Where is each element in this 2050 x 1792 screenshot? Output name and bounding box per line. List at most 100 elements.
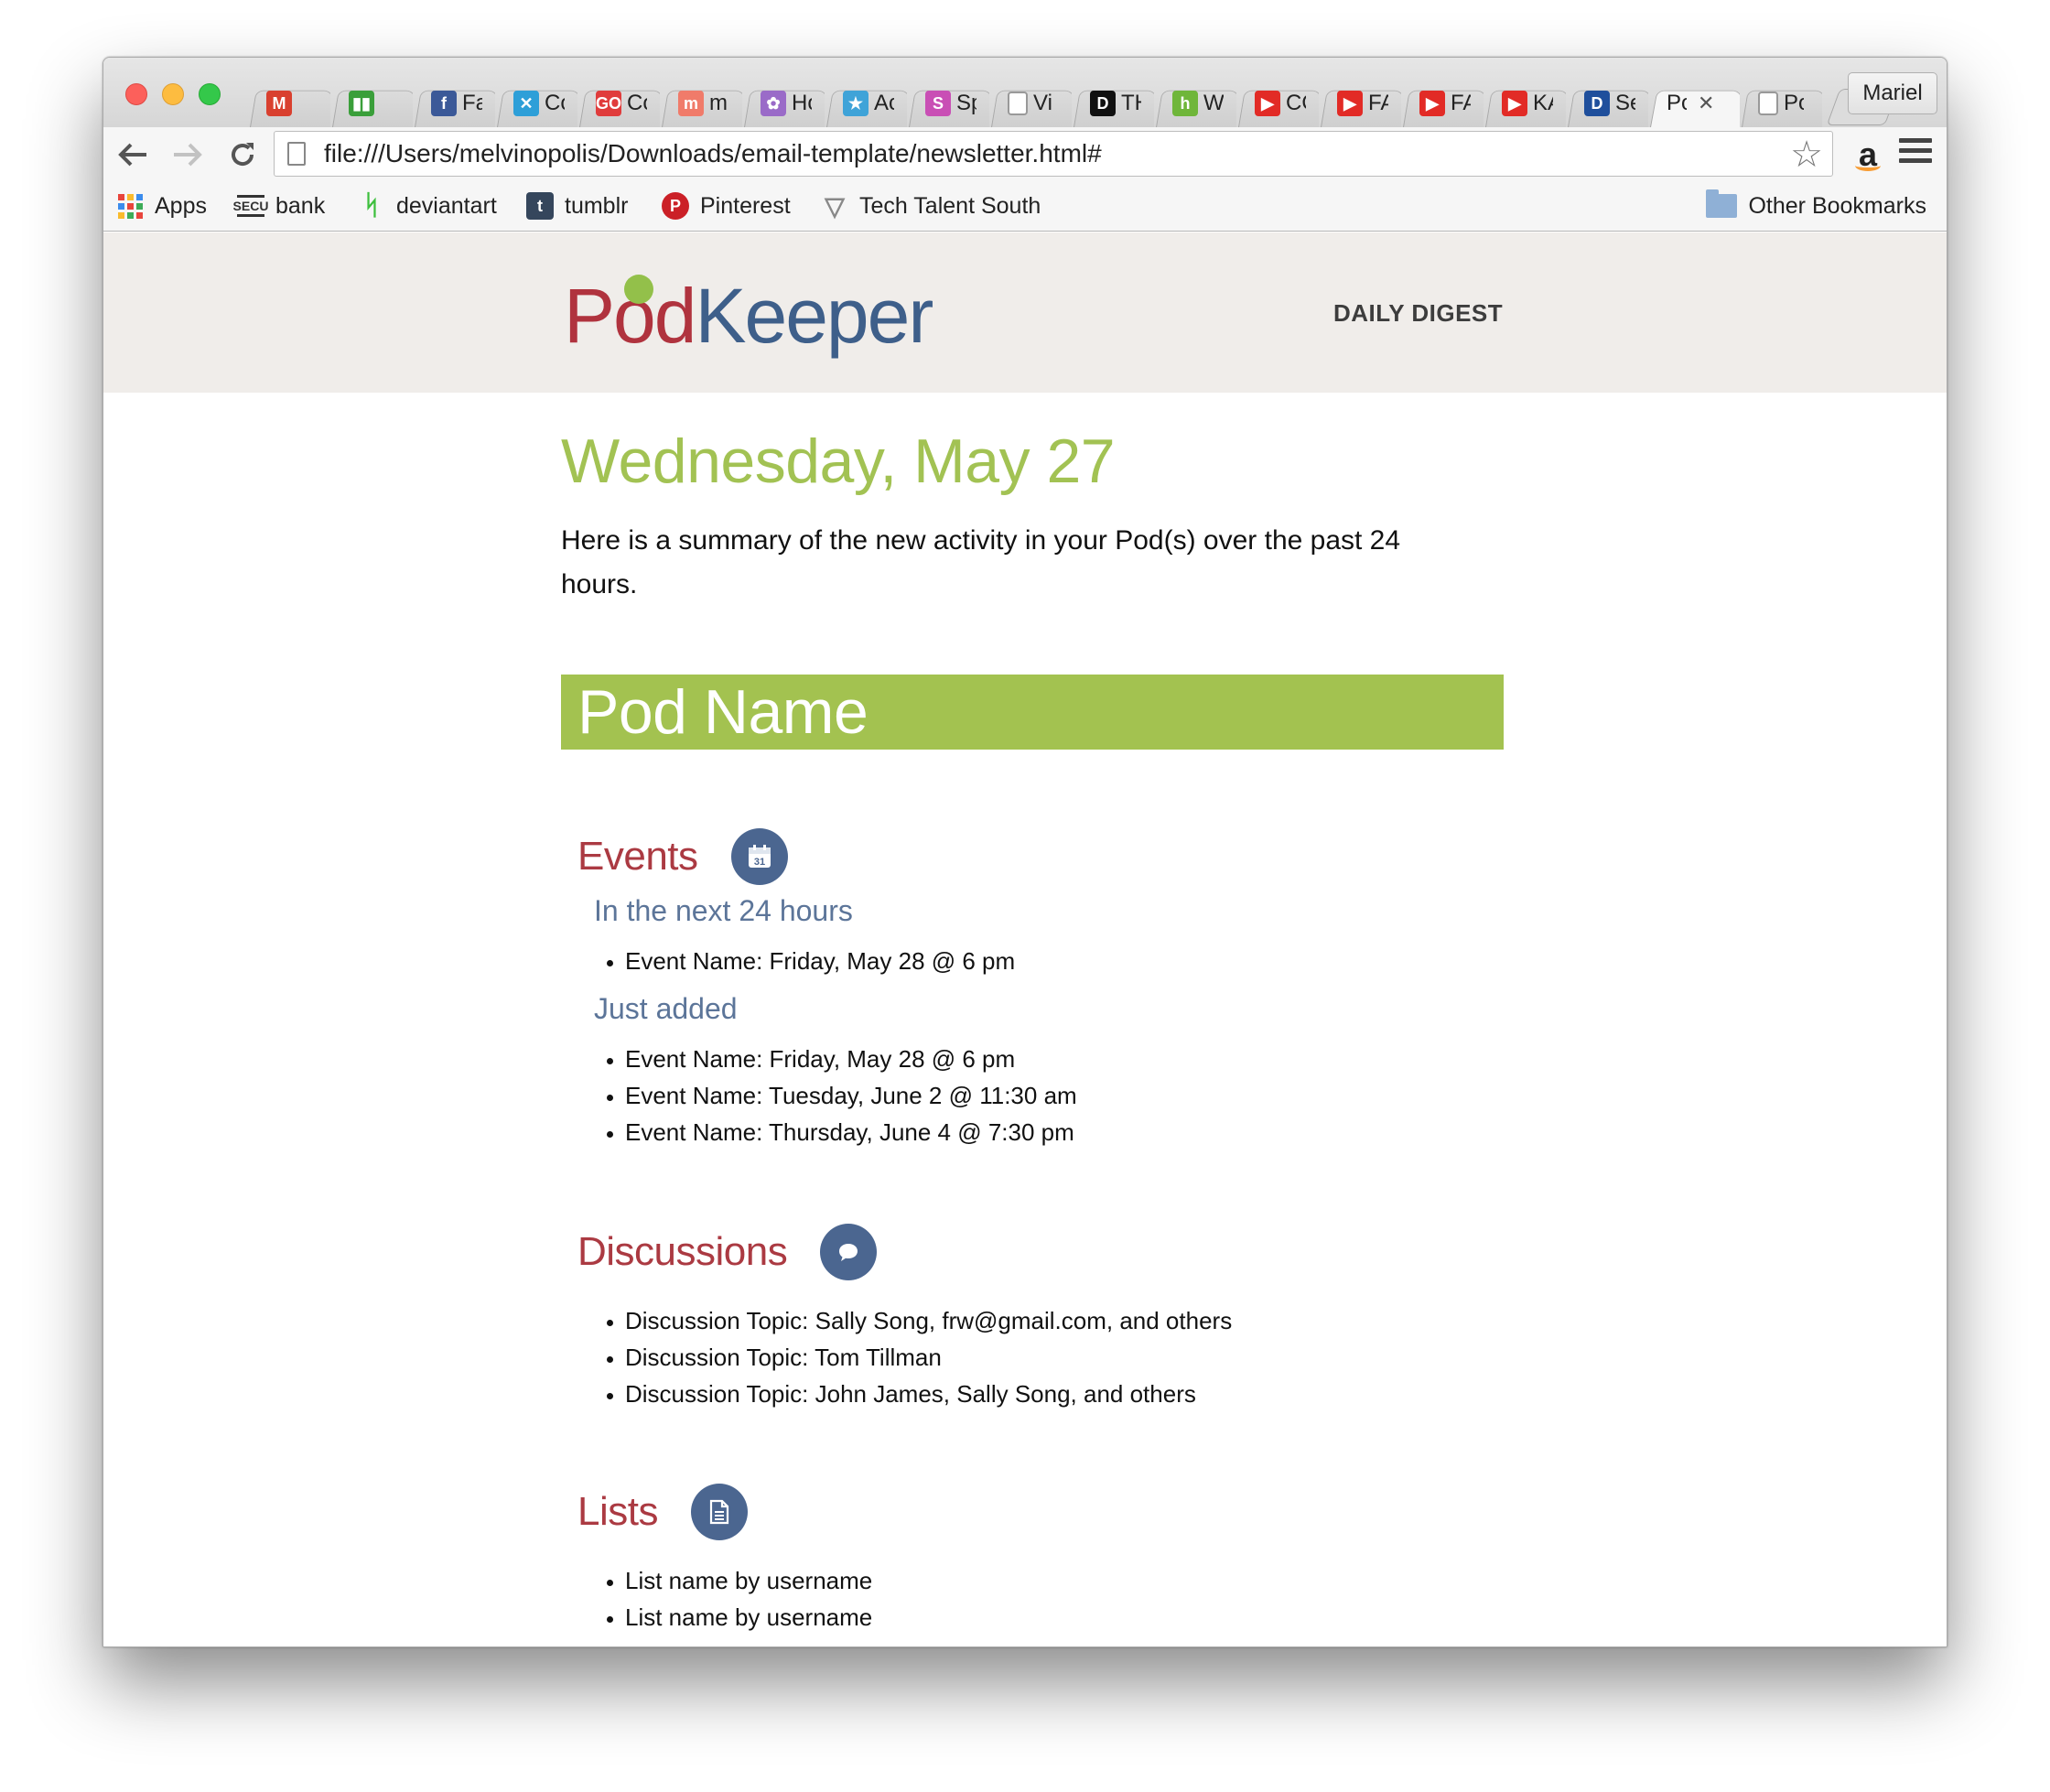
bookmarks-bar: Apps SECU bank ᛋ deviantart t tumblr P P… — [103, 180, 1947, 232]
browser-tab[interactable]: DTH — [1072, 80, 1154, 127]
document-icon — [690, 1484, 748, 1540]
lists-title: Lists — [577, 1489, 658, 1534]
youtube-icon: ▶ — [1337, 91, 1363, 116]
browser-tab[interactable]: fFa — [413, 80, 495, 127]
url-text[interactable]: file:///Users/melvinopolis/Downloads/ema… — [324, 139, 1102, 168]
flower-icon: ✿ — [761, 91, 786, 116]
d-icon: D — [1090, 91, 1116, 116]
star-icon: ★ — [843, 91, 869, 116]
digest-date: Wednesday, May 27 — [561, 426, 1116, 496]
bookmark-tumblr[interactable]: t tumblr — [526, 189, 628, 222]
browser-tab[interactable]: ▮▮ — [330, 80, 413, 127]
zoom-window-button[interactable] — [199, 83, 221, 105]
browser-tab[interactable]: mm — [660, 80, 742, 127]
bookmark-label: deviantart — [396, 192, 497, 219]
bookmark-apps[interactable]: Apps — [118, 189, 207, 222]
back-arrow-icon — [118, 143, 146, 167]
browser-tab[interactable]: GOCo — [577, 80, 660, 127]
browser-window: M▮▮fFa✕CoGOComm✿Ho★AcSSpViDTHhW▶CO▶FA▶FA… — [102, 57, 1948, 1647]
browser-tab[interactable]: ✕Co — [495, 80, 577, 127]
bookmark-deviantart[interactable]: ᛋ deviantart — [358, 189, 497, 222]
bookmark-other-bookmarks[interactable]: Other Bookmarks — [1706, 189, 1926, 222]
next-events-list: Event Name: Friday, May 28 @ 6 pm — [625, 943, 1513, 979]
browser-tab[interactable]: Vi — [989, 80, 1072, 127]
bookmark-bank[interactable]: SECU bank — [233, 189, 326, 222]
bookmark-pinterest[interactable]: P Pinterest — [662, 189, 791, 222]
daily-digest-link[interactable]: DAILY DIGEST — [1333, 299, 1503, 328]
reload-icon — [232, 143, 254, 167]
pinterest-icon: P — [662, 192, 689, 220]
logo-text-keeper: Keeper — [695, 273, 933, 359]
discussion-item[interactable]: Discussion Topic: Sally Song, frw@gmail.… — [625, 1302, 1513, 1339]
discussion-item[interactable]: Discussion Topic: John James, Sally Song… — [625, 1376, 1513, 1412]
events-section: Events 31 In the next 24 hours Event Nam… — [577, 826, 1513, 1150]
bookmark-label: Apps — [155, 192, 207, 219]
just-added-heading: Just added — [594, 992, 738, 1025]
podkeeper-logo[interactable]: Pod Keeper — [564, 269, 933, 361]
tab-title: Ac — [874, 91, 894, 115]
youtube-icon: ▶ — [1502, 91, 1527, 116]
list-item[interactable]: List name by username — [625, 1562, 1513, 1599]
browser-tab[interactable]: Po ✕ — [1648, 80, 1740, 127]
bookmark-tech-talent-south[interactable]: ▽ Tech Talent South — [821, 189, 1041, 222]
profile-button[interactable]: Mariel — [1848, 72, 1937, 114]
browser-tab[interactable]: ▶FA — [1401, 80, 1484, 127]
close-tab-icon[interactable]: ✕ — [1698, 92, 1714, 115]
menu-icon[interactable] — [1899, 138, 1932, 167]
browser-tab[interactable]: ★Ac — [825, 80, 907, 127]
close-window-button[interactable] — [125, 83, 147, 105]
amazon-extension-icon[interactable]: a — [1848, 135, 1888, 175]
event-item[interactable]: Event Name: Friday, May 28 @ 6 pm — [625, 943, 1513, 979]
youtube-icon: ▶ — [1255, 91, 1280, 116]
apps-grid-icon — [118, 193, 144, 219]
youtube-icon: ▶ — [1419, 91, 1445, 116]
browser-tab[interactable]: DSe — [1566, 80, 1648, 127]
bookmark-label: Tech Talent South — [859, 192, 1041, 219]
browser-tab[interactable]: Po — [1740, 80, 1822, 127]
address-bar[interactable]: file:///Users/melvinopolis/Downloads/ema… — [274, 131, 1833, 177]
browser-tab[interactable]: ▶FA — [1319, 80, 1401, 127]
secu-icon: SECU — [233, 195, 268, 217]
page-icon — [1758, 92, 1778, 115]
browser-tab[interactable]: ▶KA — [1484, 80, 1566, 127]
discussion-item[interactable]: Discussion Topic: Tom Tillman — [625, 1339, 1513, 1376]
digest-summary: Here is a summary of the new activity in… — [561, 525, 1401, 599]
tab-title: Vi — [1033, 91, 1052, 115]
forward-button[interactable] — [167, 135, 208, 175]
minimize-window-button[interactable] — [162, 83, 184, 105]
tab-title: CO — [1286, 91, 1306, 115]
trello-icon: ▮▮ — [349, 91, 374, 116]
browser-tab[interactable]: SSp — [907, 80, 989, 127]
tab-title: Po — [1784, 91, 1804, 115]
lists-section: Lists List name by username List name by… — [577, 1482, 1513, 1635]
list-item[interactable]: List name by username — [625, 1599, 1513, 1635]
tab-title: Ho — [792, 91, 812, 115]
back-button[interactable] — [113, 135, 153, 175]
event-item[interactable]: Event Name: Tuesday, June 2 @ 11:30 am — [625, 1077, 1513, 1114]
tumblr-icon: t — [526, 192, 554, 220]
logo-figures-icon — [624, 275, 653, 304]
discussions-section: Discussions Discussion Topic: Sally Song… — [577, 1222, 1513, 1412]
forward-arrow-icon — [174, 143, 202, 167]
h-icon: h — [1172, 91, 1198, 116]
svg-text:31: 31 — [753, 857, 764, 868]
tab-title: FA — [1451, 91, 1471, 115]
browser-tab[interactable]: M — [248, 80, 330, 127]
browser-tab[interactable]: ▶CO — [1236, 80, 1319, 127]
bookmark-label: Other Bookmarks — [1748, 192, 1926, 219]
event-item[interactable]: Event Name: Thursday, June 4 @ 7:30 pm — [625, 1114, 1513, 1150]
tab-title: KA — [1533, 91, 1553, 115]
tab-title: m — [709, 91, 728, 115]
next-24-hours-heading: In the next 24 hours — [594, 894, 853, 927]
triangle-icon: ▽ — [825, 191, 845, 221]
calendar-icon: 31 — [730, 828, 788, 885]
go-icon: GO — [596, 91, 621, 116]
facebook-icon: f — [431, 91, 457, 116]
reload-button[interactable] — [222, 135, 263, 175]
tab-title: Se — [1615, 91, 1635, 115]
browser-tab[interactable]: ✿Ho — [742, 80, 825, 127]
browser-tab[interactable]: hW — [1154, 80, 1236, 127]
tab-title: Po — [1667, 91, 1687, 115]
bookmark-star-icon[interactable]: ☆ — [1790, 134, 1823, 176]
event-item[interactable]: Event Name: Friday, May 28 @ 6 pm — [625, 1041, 1513, 1077]
